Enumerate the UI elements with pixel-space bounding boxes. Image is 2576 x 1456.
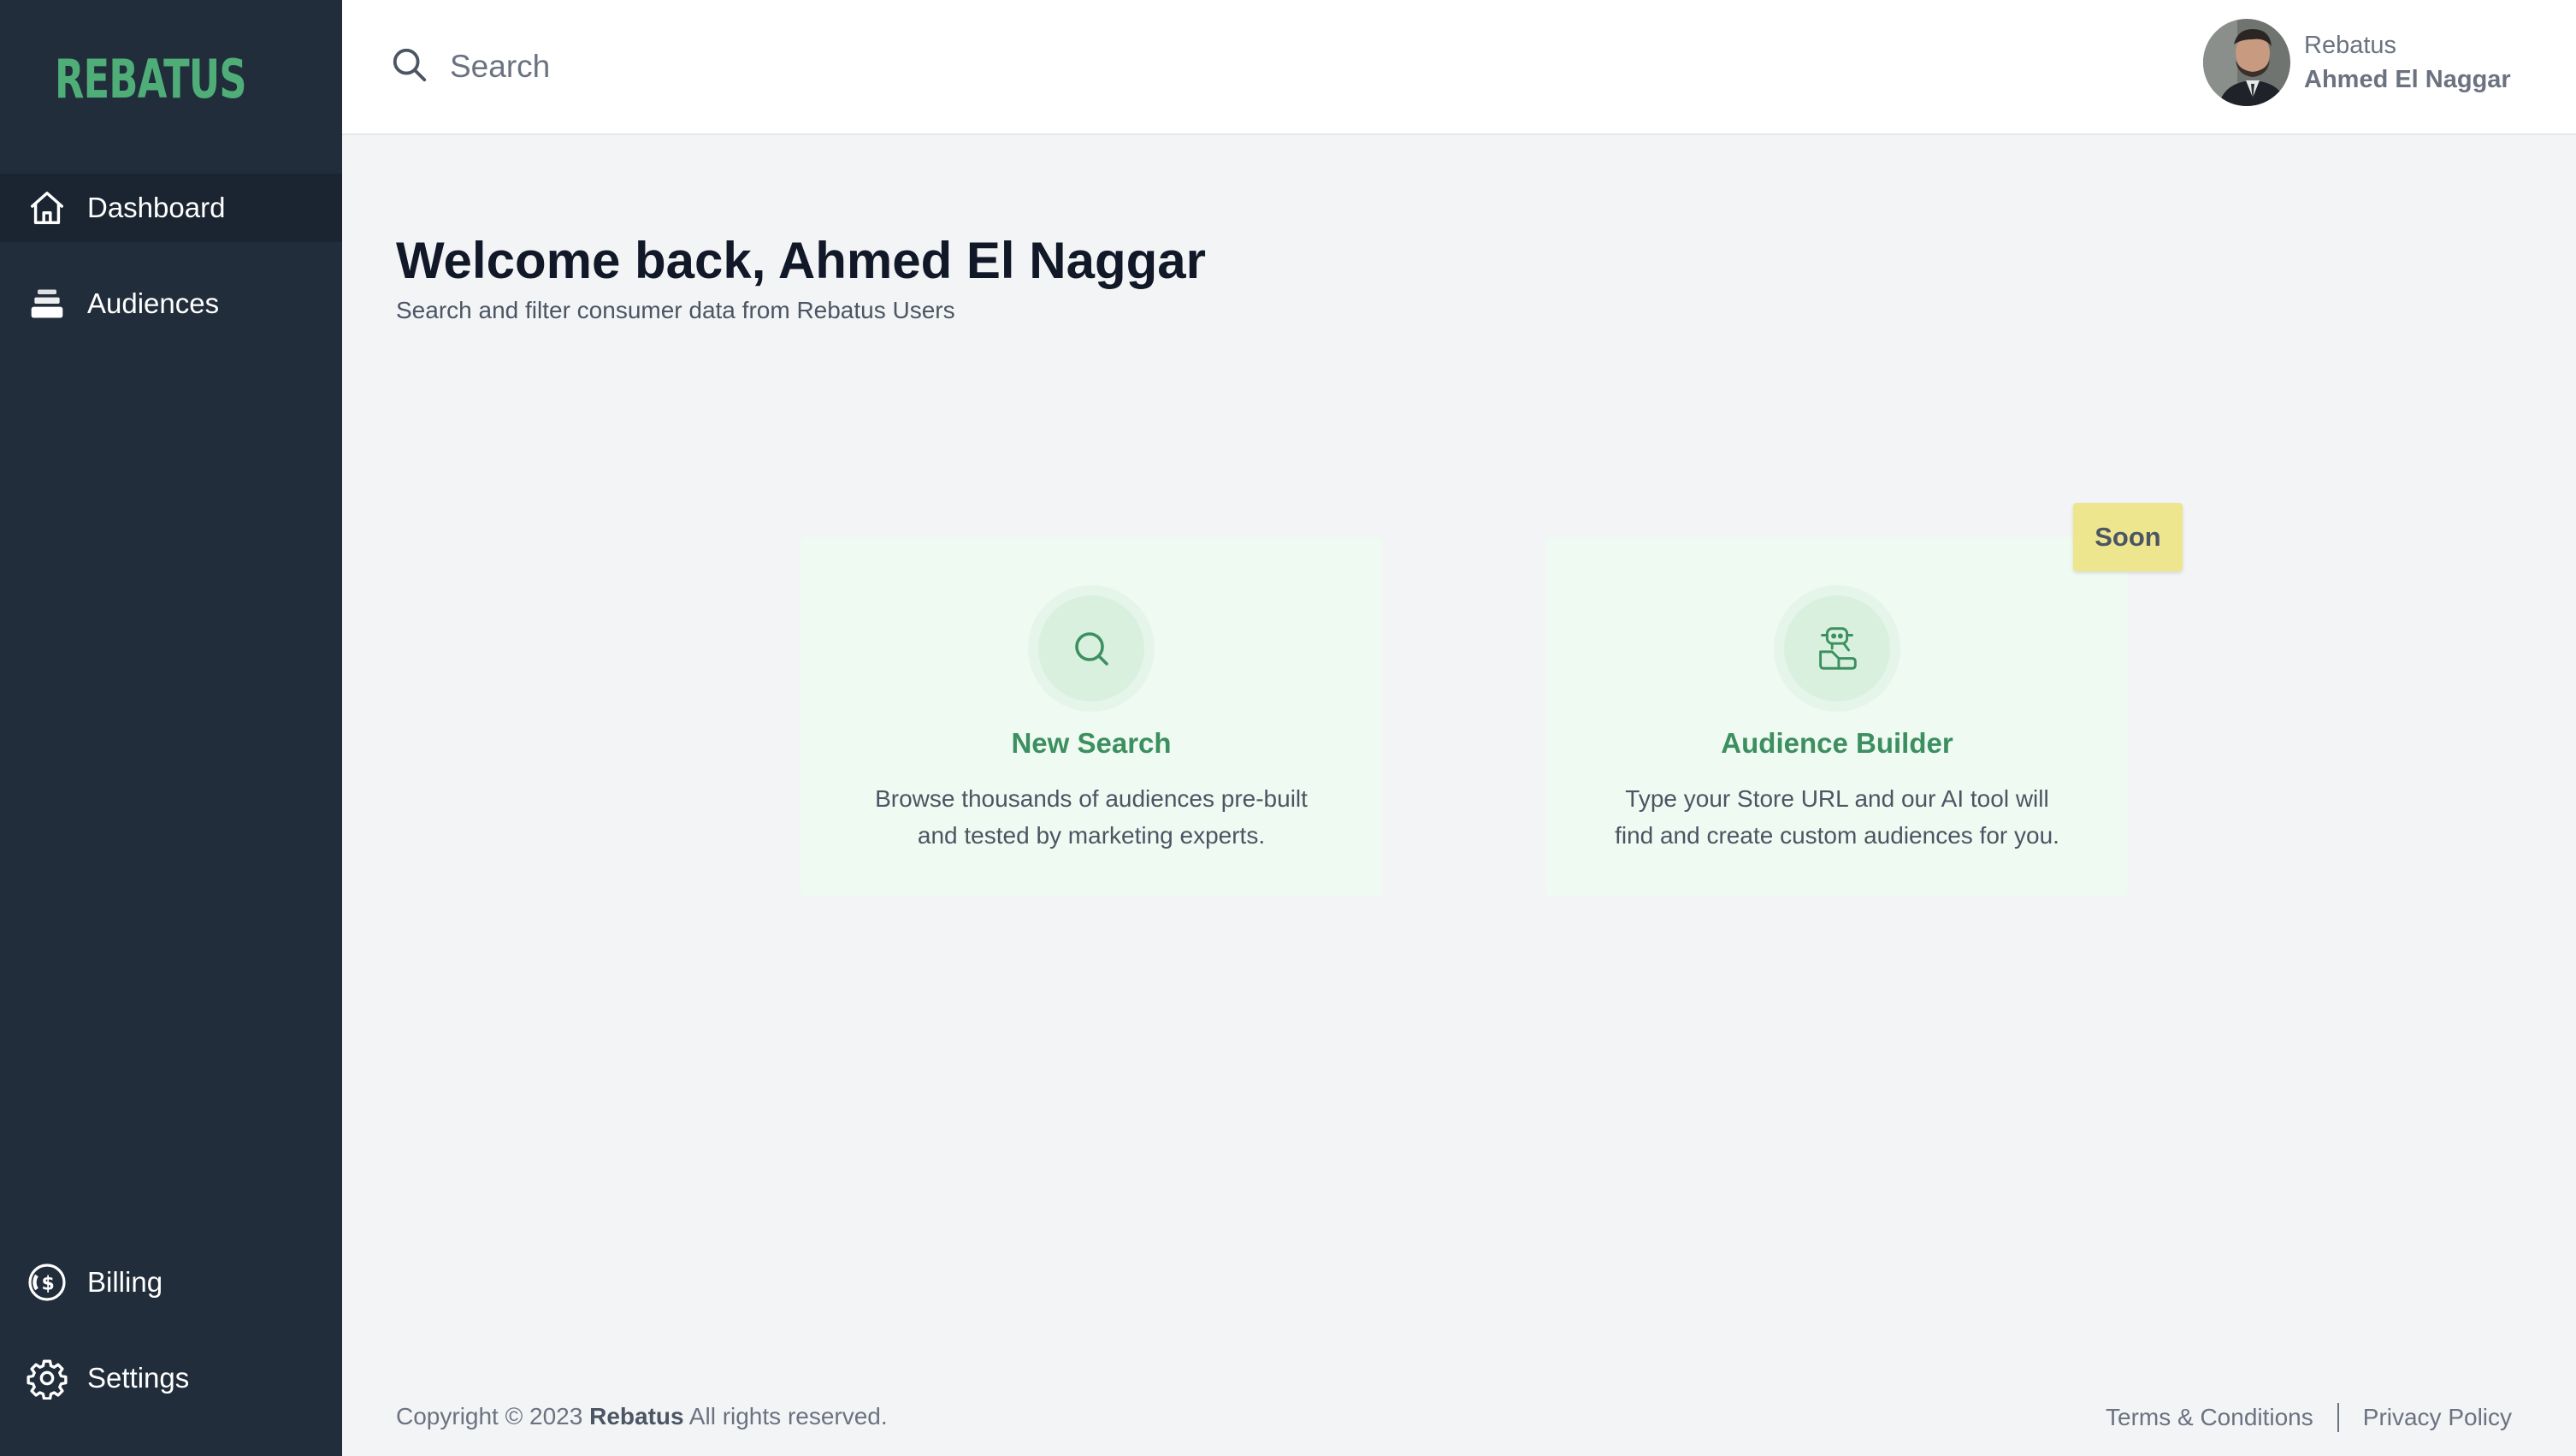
card-title: Audience Builder — [1721, 727, 1953, 759]
home-icon — [26, 186, 68, 229]
copyright-prefix: Copyright © 2023 — [396, 1403, 583, 1429]
copyright-suffix: All rights reserved. — [688, 1403, 888, 1429]
logo-text: REBATUS — [55, 47, 247, 110]
svg-text:$: $ — [42, 1273, 55, 1294]
terms-link[interactable]: Terms & Conditions — [2106, 1404, 2313, 1431]
page-subtitle: Search and filter consumer data from Reb… — [396, 297, 955, 323]
stack-icon — [26, 282, 68, 325]
sidebar-item-billing[interactable]: $ Billing — [0, 1248, 342, 1317]
top-bar: Rebatus Ahmed El Naggar — [342, 0, 2576, 135]
card-description: Browse thousands of audiences pre-built … — [875, 785, 1308, 849]
copyright-brand: Rebatus — [589, 1403, 684, 1429]
search-icon — [1038, 595, 1144, 701]
sidebar-item-label: Settings — [87, 1362, 190, 1394]
gear-icon — [26, 1357, 68, 1400]
footer-copyright: Copyright © 2023 Rebatus All rights rese… — [396, 1403, 888, 1430]
sidebar-item-settings[interactable]: Settings — [0, 1344, 342, 1412]
page-title: Welcome back, Ahmed El Naggar — [396, 232, 1206, 289]
sidebar-item-label: Audiences — [87, 287, 220, 319]
card-description: Type your Store URL and our AI tool will… — [1615, 785, 2059, 849]
dollar-circle-icon: $ — [26, 1261, 68, 1304]
profile-org: Rebatus — [2304, 32, 2397, 59]
sidebar-item-label: Dashboard — [87, 192, 226, 223]
card-icon-ring — [1028, 585, 1155, 712]
audience-builder-card[interactable]: Audience Builder Type your Store URL and… — [1546, 537, 2128, 897]
rebatus-logo[interactable]: REBATUS — [53, 47, 258, 110]
search-bar — [390, 43, 1220, 91]
footer-divider — [2337, 1403, 2339, 1432]
robot-icon — [1784, 595, 1890, 701]
privacy-link[interactable]: Privacy Policy — [2363, 1404, 2512, 1431]
search-icon[interactable] — [390, 45, 429, 89]
search-input[interactable] — [450, 43, 1220, 91]
soon-badge: Soon — [2073, 503, 2183, 571]
card-icon-ring — [1774, 585, 1900, 712]
footer-links: Terms & Conditions Privacy Policy — [2106, 1403, 2512, 1432]
card-title: New Search — [1011, 727, 1172, 759]
profile-name: Ahmed El Naggar — [2304, 66, 2511, 93]
sidebar-item-audiences[interactable]: Audiences — [0, 269, 342, 338]
sidebar-item-dashboard[interactable]: Dashboard — [0, 174, 342, 242]
avatar — [2203, 19, 2290, 106]
sidebar: REBATUS Dashboard Audiences $ Billing Se… — [0, 0, 342, 1456]
user-profile-menu[interactable]: Rebatus Ahmed El Naggar — [2203, 19, 2511, 106]
sidebar-item-label: Billing — [87, 1266, 163, 1298]
new-search-card[interactable]: New Search Browse thousands of audiences… — [801, 537, 1382, 897]
